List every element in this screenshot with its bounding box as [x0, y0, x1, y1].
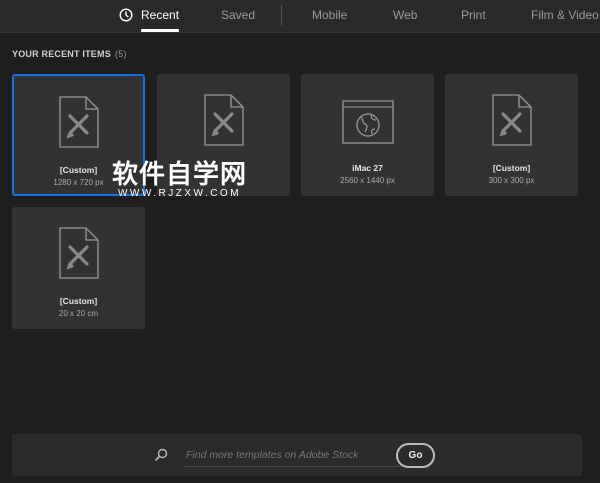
- tab-mobile[interactable]: Mobile: [312, 8, 347, 22]
- item-name: [Custom]: [492, 163, 531, 173]
- clock-icon: [119, 8, 133, 22]
- section-title: YOUR RECENT ITEMS (5): [12, 49, 127, 59]
- item-size: 300 x 300 px: [488, 176, 535, 185]
- item-size: 1280 x 720 px: [53, 178, 104, 187]
- document-icon: [203, 94, 244, 146]
- web-icon: [341, 100, 394, 144]
- tab-film-video[interactable]: Film & Video: [531, 8, 599, 22]
- tab-saved[interactable]: Saved: [221, 8, 255, 22]
- recent-item-card[interactable]: iMac 27 2560 x 1440 px: [301, 74, 434, 196]
- recent-item-card[interactable]: [Custom] 1280 x 720 px: [12, 74, 145, 196]
- tab-web[interactable]: Web: [393, 8, 417, 22]
- document-icon: [58, 96, 99, 148]
- recent-item-card[interactable]: [Custom] 300 x 300 px: [445, 74, 578, 196]
- stock-search-input[interactable]: Find more templates on Adobe Stock: [186, 449, 358, 461]
- recent-item-card[interactable]: [157, 74, 290, 196]
- item-name: iMac 27: [352, 163, 383, 173]
- tab-recent[interactable]: Recent: [119, 8, 180, 32]
- document-icon: [491, 94, 532, 146]
- header-tabs: Recent Saved Mobile Web Print Film & Vid…: [0, 0, 600, 33]
- item-size: 20 x 20 cm: [58, 309, 99, 318]
- tab-print[interactable]: Print: [461, 8, 486, 22]
- stock-search-bar: Find more templates on Adobe Stock: [12, 434, 582, 476]
- search-icon: [154, 448, 168, 462]
- document-icon: [58, 227, 99, 279]
- go-button[interactable]: Go: [396, 443, 435, 468]
- recent-item-card[interactable]: [Custom] 20 x 20 cm: [12, 207, 145, 329]
- tab-divider: [281, 5, 282, 25]
- search-underline: [184, 466, 402, 467]
- item-size: 2560 x 1440 px: [340, 176, 395, 185]
- item-name: [Custom]: [59, 165, 98, 175]
- item-name: [Custom]: [59, 296, 98, 306]
